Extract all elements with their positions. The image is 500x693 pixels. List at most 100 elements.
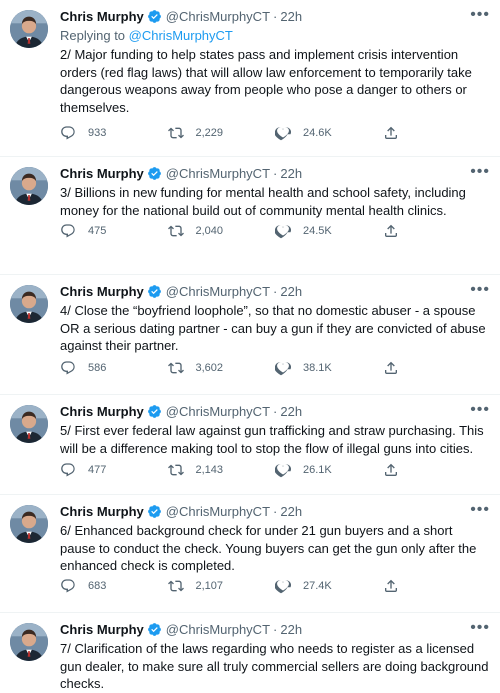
avatar[interactable] [10,10,48,48]
reply-count: 477 [88,464,107,476]
tweet-text: 4/ Close the “boyfriend loophole”, so th… [60,303,486,353]
like-button[interactable]: 24.6K [275,125,383,141]
reply-button[interactable]: 933 [60,125,168,141]
tweet-actions: 586 3,602 38.1K [60,360,490,376]
tweet[interactable]: Chris Murphy @ChrisMurphyCT · 22h ••• 3/… [0,157,500,275]
like-icon [275,360,291,376]
tweet-text: 6/ Enhanced background check for under 2… [60,523,477,573]
tweet-thread: Chris Murphy @ChrisMurphyCT · 22h ••• Re… [0,0,500,691]
tweet[interactable]: Chris Murphy @ChrisMurphyCT · 22h ••• 6/… [0,495,500,613]
retweet-icon [168,125,184,141]
like-count: 24.5K [303,225,332,237]
share-icon [383,125,399,141]
avatar[interactable] [10,285,48,323]
tweet-time[interactable]: 22h [280,503,302,520]
replying-to-label: Replying to [60,28,129,43]
reply-count: 683 [88,580,107,592]
tweet-text: 7/ Clarification of the laws regarding w… [60,641,489,691]
retweet-button[interactable]: 2,143 [168,462,276,478]
avatar[interactable] [10,405,48,443]
share-button[interactable] [383,578,491,594]
retweet-button[interactable]: 2,229 [168,125,276,141]
author-name[interactable]: Chris Murphy [60,403,144,420]
tweet-header: Chris Murphy @ChrisMurphyCT · 22h [60,283,490,300]
reply-count: 586 [88,362,107,374]
tweet-actions: 683 2,107 27.4K [60,578,490,594]
reply-button[interactable]: 475 [60,223,168,239]
avatar-image [10,167,48,205]
retweet-button[interactable]: 2,107 [168,578,276,594]
retweet-button[interactable]: 3,602 [168,360,276,376]
avatar-image [10,10,48,48]
verified-badge-icon [147,622,162,637]
author-handle[interactable]: @ChrisMurphyCT [166,8,270,25]
reply-icon [60,578,76,594]
more-options-icon[interactable]: ••• [470,620,490,636]
reply-button[interactable]: 477 [60,462,168,478]
retweet-count: 2,143 [195,464,224,476]
tweet-time[interactable]: 22h [280,165,302,182]
retweet-count: 3,602 [195,362,224,374]
like-icon [275,223,291,239]
author-name[interactable]: Chris Murphy [60,503,144,520]
retweet-icon [168,578,184,594]
avatar-image [10,505,48,543]
author-handle[interactable]: @ChrisMurphyCT [166,503,270,520]
replying-to-link[interactable]: @ChrisMurphyCT [129,28,233,43]
retweet-icon [168,223,184,239]
tweet-header: Chris Murphy @ChrisMurphyCT · 22h [60,621,490,638]
tweet[interactable]: Chris Murphy @ChrisMurphyCT · 22h ••• 5/… [0,395,500,495]
tweet-actions: 933 2,229 24.6K [60,125,490,141]
share-button[interactable] [383,360,491,376]
like-button[interactable]: 26.1K [275,462,383,478]
tweet-header: Chris Murphy @ChrisMurphyCT · 22h [60,165,490,182]
author-name[interactable]: Chris Murphy [60,621,144,638]
tweet-actions: 477 2,143 26.1K [60,462,490,478]
more-options-icon[interactable]: ••• [470,164,490,180]
reply-button[interactable]: 683 [60,578,168,594]
tweet[interactable]: Chris Murphy @ChrisMurphyCT · 22h ••• 4/… [0,275,500,395]
separator-dot: · [273,166,278,181]
verified-badge-icon [147,504,162,519]
author-handle[interactable]: @ChrisMurphyCT [166,283,270,300]
tweet-time[interactable]: 22h [280,403,302,420]
retweet-count: 2,229 [195,127,224,139]
like-button[interactable]: 27.4K [275,578,383,594]
author-handle[interactable]: @ChrisMurphyCT [166,621,270,638]
tweet-time[interactable]: 22h [280,621,302,638]
reply-button[interactable]: 586 [60,360,168,376]
share-button[interactable] [383,125,491,141]
reply-icon [60,223,76,239]
reply-icon [60,360,76,376]
tweet-header: Chris Murphy @ChrisMurphyCT · 22h [60,403,490,420]
author-name[interactable]: Chris Murphy [60,283,144,300]
like-count: 26.1K [303,464,332,476]
share-button[interactable] [383,462,491,478]
author-handle[interactable]: @ChrisMurphyCT [166,403,270,420]
separator-dot: · [273,404,278,419]
reply-icon [60,125,76,141]
separator-dot: · [273,622,278,637]
like-button[interactable]: 38.1K [275,360,383,376]
avatar[interactable] [10,505,48,543]
verified-badge-icon [147,284,162,299]
more-options-icon[interactable]: ••• [470,282,490,298]
author-handle[interactable]: @ChrisMurphyCT [166,165,270,182]
retweet-button[interactable]: 2,040 [168,223,276,239]
more-options-icon[interactable]: ••• [470,7,490,23]
verified-badge-icon [147,404,162,419]
author-name[interactable]: Chris Murphy [60,165,144,182]
share-button[interactable] [383,223,491,239]
avatar[interactable] [10,623,48,661]
like-button[interactable]: 24.5K [275,223,383,239]
author-name[interactable]: Chris Murphy [60,8,144,25]
more-options-icon[interactable]: ••• [470,402,490,418]
tweet[interactable]: Chris Murphy @ChrisMurphyCT · 22h ••• 7/… [0,613,500,691]
more-options-icon[interactable]: ••• [470,502,490,518]
avatar-image [10,285,48,323]
tweet-time[interactable]: 22h [280,8,302,25]
tweet[interactable]: Chris Murphy @ChrisMurphyCT · 22h ••• Re… [0,0,500,157]
avatar[interactable] [10,167,48,205]
like-icon [275,578,291,594]
tweet-time[interactable]: 22h [280,283,302,300]
